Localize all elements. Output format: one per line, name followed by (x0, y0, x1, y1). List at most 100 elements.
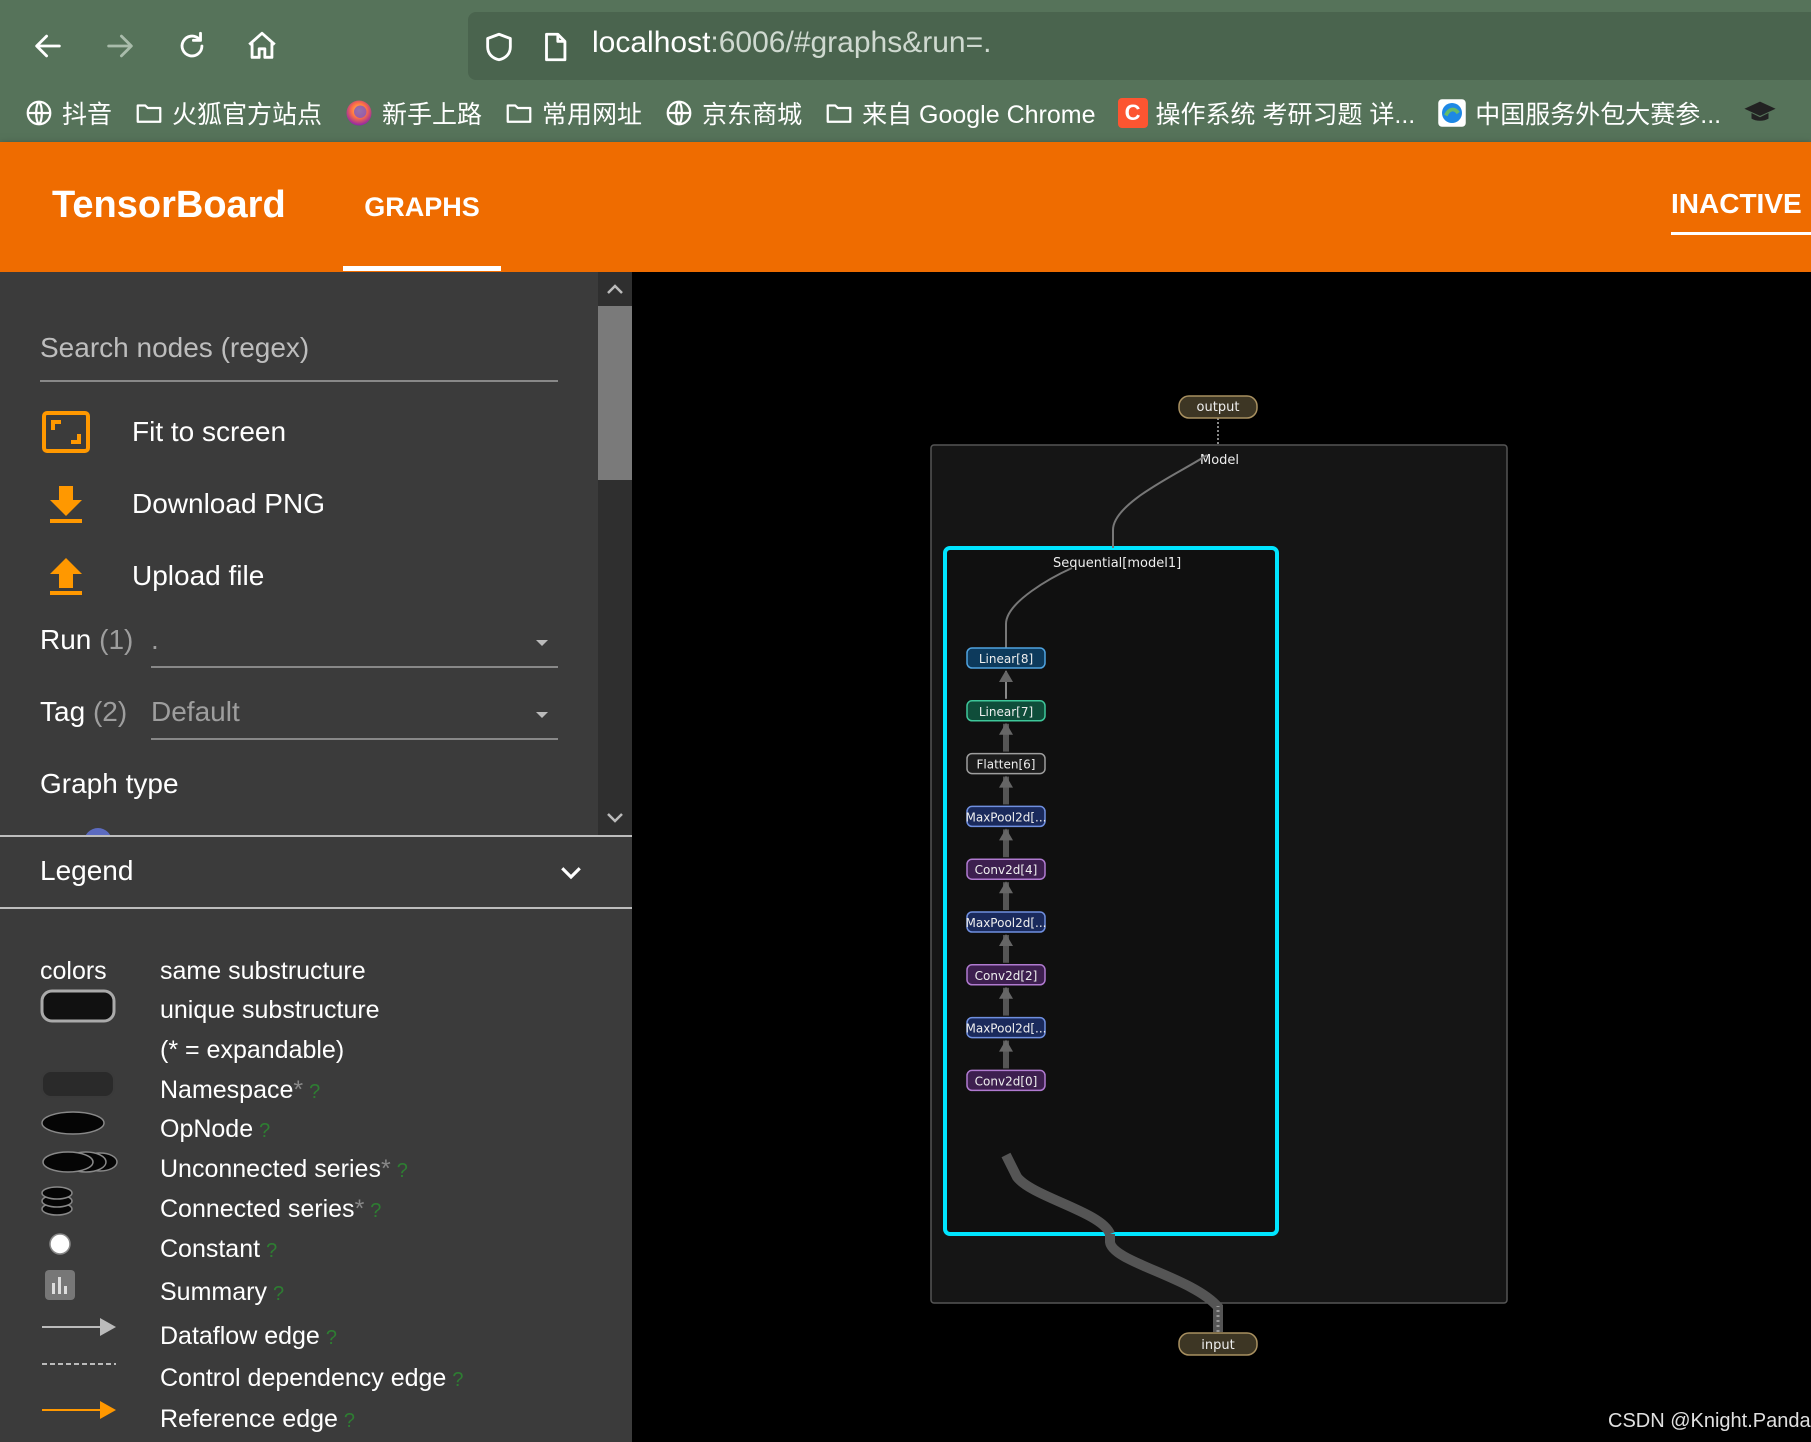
download-icon (50, 486, 82, 523)
firefox-icon (346, 100, 372, 126)
graph-node-label: Linear[8] (979, 652, 1033, 666)
expandable-star: * (354, 1195, 365, 1223)
legend-summary: Summary? (160, 1278, 284, 1307)
upload-file-button[interactable]: Upload file (40, 551, 264, 601)
legend-label: Unconnected series (160, 1155, 381, 1183)
download-png-label: Download PNG (132, 488, 325, 519)
run-count: (1) (99, 624, 134, 655)
forward-arrow-icon (107, 34, 133, 58)
legend-label: OpNode (160, 1115, 254, 1143)
help-icon[interactable]: ? (397, 1160, 408, 1182)
legend-header[interactable]: Legend (0, 835, 632, 909)
sidebar-scrollbar[interactable] (598, 272, 632, 835)
scroll-down-icon[interactable] (598, 803, 632, 833)
bookmark-label: 火狐官方站点 (172, 101, 323, 129)
fit-to-screen-button[interactable]: Fit to screen (40, 407, 286, 457)
graduation-cap-icon[interactable] (1743, 98, 1777, 128)
help-icon[interactable]: ? (266, 1240, 277, 1262)
help-icon[interactable]: ? (370, 1200, 381, 1222)
help-icon[interactable]: ? (452, 1369, 463, 1391)
legend-label: Reference edge (160, 1405, 338, 1433)
run-selector: Run (1) . (40, 618, 558, 668)
help-icon[interactable]: ? (259, 1120, 270, 1142)
sidebar: Search nodes (regex) Fit to screen Downl… (0, 272, 632, 1442)
bookmark-from-chrome[interactable]: 来自 Google Chrome (824, 95, 1096, 131)
bookmark-label: 操作系统 考研习题 详... (1155, 101, 1416, 129)
graph-svg[interactable]: Model Sequential[model1] Linear[8]Linear… (632, 272, 1811, 1442)
node-chain: Linear[8] Linear[7] Flatten[6] MaxPool2d[..… (965, 647, 1047, 1092)
bookmark-douyin[interactable]: 抖音 (24, 95, 112, 131)
bookmark-getting-started[interactable]: 新手上路 (344, 95, 482, 131)
globe-icon (26, 100, 52, 126)
legend-opnode: OpNode? (160, 1115, 270, 1144)
legend-label: (* = expandable) (160, 1036, 345, 1064)
legend-title: Legend (40, 855, 134, 886)
folder-icon (506, 104, 532, 123)
bookmark-jd[interactable]: 京东商城 (664, 95, 802, 131)
download-png-button[interactable]: Download PNG (40, 479, 325, 529)
dropdown-caret-icon (536, 640, 548, 646)
address-bar[interactable]: localhost:6006/#graphs&run=. (468, 12, 1811, 80)
legend-unconnected-series: Unconnected series*? (160, 1155, 408, 1184)
graph-node-label: Linear[7] (979, 705, 1033, 719)
scroll-thumb[interactable] (598, 306, 632, 480)
help-icon[interactable]: ? (326, 1327, 337, 1349)
app-title: TensorBoard (52, 184, 286, 226)
help-icon[interactable]: ? (344, 1410, 355, 1432)
bookmark-label: 京东商城 (702, 101, 803, 129)
graph-node-label: Conv2d[2] (975, 969, 1038, 983)
expandable-star: * (380, 1155, 391, 1183)
url-text[interactable]: localhost:6006/#graphs&run=. (592, 26, 991, 60)
bookmark-firefox-site[interactable]: 火狐官方站点 (134, 95, 322, 131)
upload-icon (50, 558, 82, 595)
search-nodes-input[interactable]: Search nodes (regex) (40, 332, 558, 382)
graph-node-label: MaxPool2d[... (965, 1022, 1046, 1036)
bookmark-outsourcing-contest[interactable]: 中国服务外包大赛参... (1437, 95, 1721, 131)
run-dropdown[interactable]: . (151, 618, 558, 668)
graph-canvas[interactable]: Model Sequential[model1] Linear[8] Linear… (632, 272, 1811, 1442)
help-icon[interactable]: ? (273, 1283, 284, 1305)
tab-graphs[interactable]: GRAPHS (343, 142, 501, 272)
site-icon (1438, 99, 1466, 127)
legend-connected-series: Connected series*? (160, 1195, 381, 1224)
graph-node-label: MaxPool2d[... (965, 916, 1046, 930)
folder-icon (136, 104, 162, 123)
scroll-up-icon[interactable] (598, 274, 632, 304)
help-icon[interactable]: ? (309, 1081, 320, 1103)
graph-node-label: MaxPool2d[... (965, 810, 1046, 824)
chevron-down-icon[interactable] (556, 857, 586, 887)
back-arrow-icon (35, 34, 61, 58)
inactive-dropdown[interactable]: INACTIVE (1671, 188, 1811, 235)
expandable-star: * (293, 1076, 304, 1104)
graph-type-radio[interactable] (84, 828, 112, 835)
connected-series-icon (41, 1186, 73, 1216)
opnode-icon (41, 1111, 105, 1135)
graph-node-label: Conv2d[0] (975, 1074, 1038, 1088)
constant-icon (49, 1233, 71, 1255)
shield-icon[interactable] (482, 30, 516, 64)
csdn-icon: C (1117, 98, 1148, 128)
active-tab-indicator (343, 266, 501, 271)
home-button[interactable] (238, 22, 286, 70)
bookmark-label: 中国服务外包大赛参... (1475, 101, 1722, 129)
bookmarks-bar: 抖音 火狐官方站点 新手上路 常用网址 京东商城 来自 Google Chrom… (0, 90, 1811, 136)
bookmark-label: 新手上路 (382, 101, 483, 129)
tensorboard-header: TensorBoard GRAPHS INACTIVE (0, 142, 1811, 272)
back-button[interactable] (24, 22, 72, 70)
url-path: :6006/#graphs&run=. (710, 26, 992, 59)
forward-button[interactable] (96, 22, 144, 70)
reload-button[interactable] (168, 22, 216, 70)
tag-dropdown[interactable]: Default (151, 690, 558, 740)
legend-label: Constant (160, 1235, 261, 1263)
legend-label: Connected series (160, 1195, 355, 1223)
input-label: input (1201, 1338, 1234, 1353)
bookmark-os-exercises[interactable]: C 操作系统 考研习题 详... (1117, 95, 1416, 131)
graph-node-label: Flatten[6] (977, 758, 1036, 772)
bookmark-common-sites[interactable]: 常用网址 (504, 95, 642, 131)
legend-dataflow-edge: Dataflow edge? (160, 1322, 337, 1351)
legend-unique-substructure: unique substructure (160, 996, 380, 1025)
bookmark-label: 抖音 (62, 101, 113, 129)
page-icon (545, 32, 567, 62)
legend-label: unique substructure (160, 996, 380, 1024)
tag-label: Tag (2) (40, 696, 127, 728)
